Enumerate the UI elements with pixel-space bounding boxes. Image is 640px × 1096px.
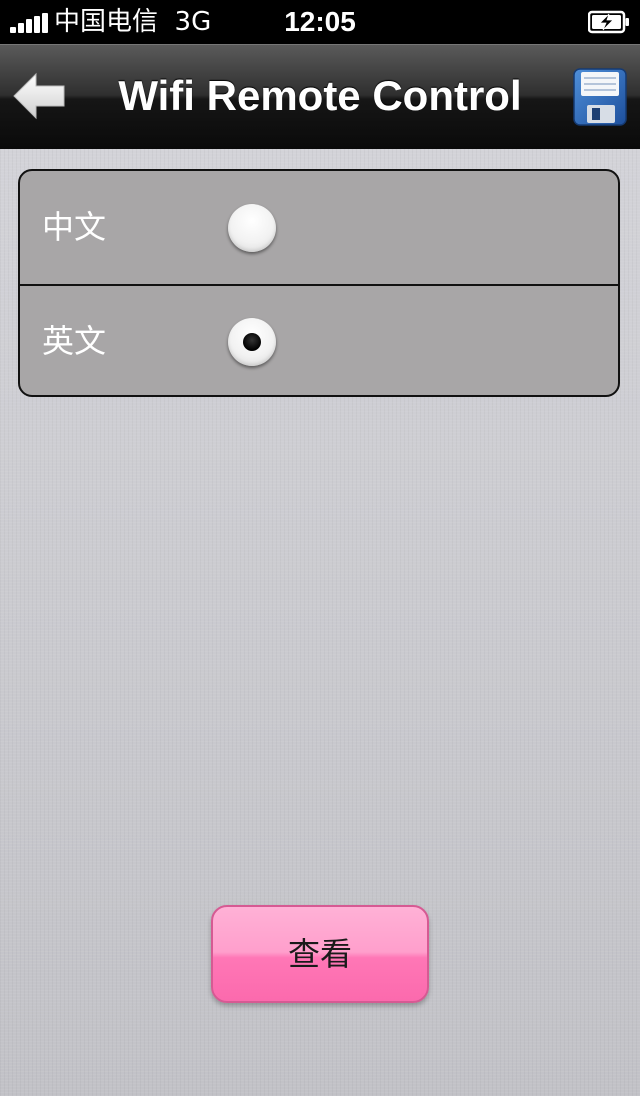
back-button[interactable] (10, 70, 72, 122)
language-options: 中文 英文 (18, 169, 620, 397)
radio-selected-dot (243, 333, 261, 351)
navigation-bar: Wifi Remote Control (0, 44, 640, 150)
view-button-label: 查看 (287, 935, 352, 973)
option-label: 英文 (42, 322, 107, 360)
content-area: 中文 英文 查看 (0, 149, 640, 1096)
status-time: 12:05 (284, 6, 356, 37)
page-title: Wifi Remote Control (118, 72, 522, 119)
language-option-english[interactable]: 英文 (20, 285, 618, 395)
option-label: 中文 (42, 208, 107, 246)
radio-button[interactable] (228, 204, 276, 252)
save-button[interactable] (572, 67, 628, 127)
battery-charging-icon (588, 10, 629, 34)
radio-button-selected[interactable] (228, 318, 276, 366)
view-button[interactable]: 查看 (211, 905, 429, 1003)
status-bar: 中国电信 3G 12:05 (0, 0, 640, 44)
language-option-chinese[interactable]: 中文 (20, 171, 618, 286)
back-arrow-icon (13, 72, 65, 120)
floppy-disk-icon (573, 68, 627, 126)
